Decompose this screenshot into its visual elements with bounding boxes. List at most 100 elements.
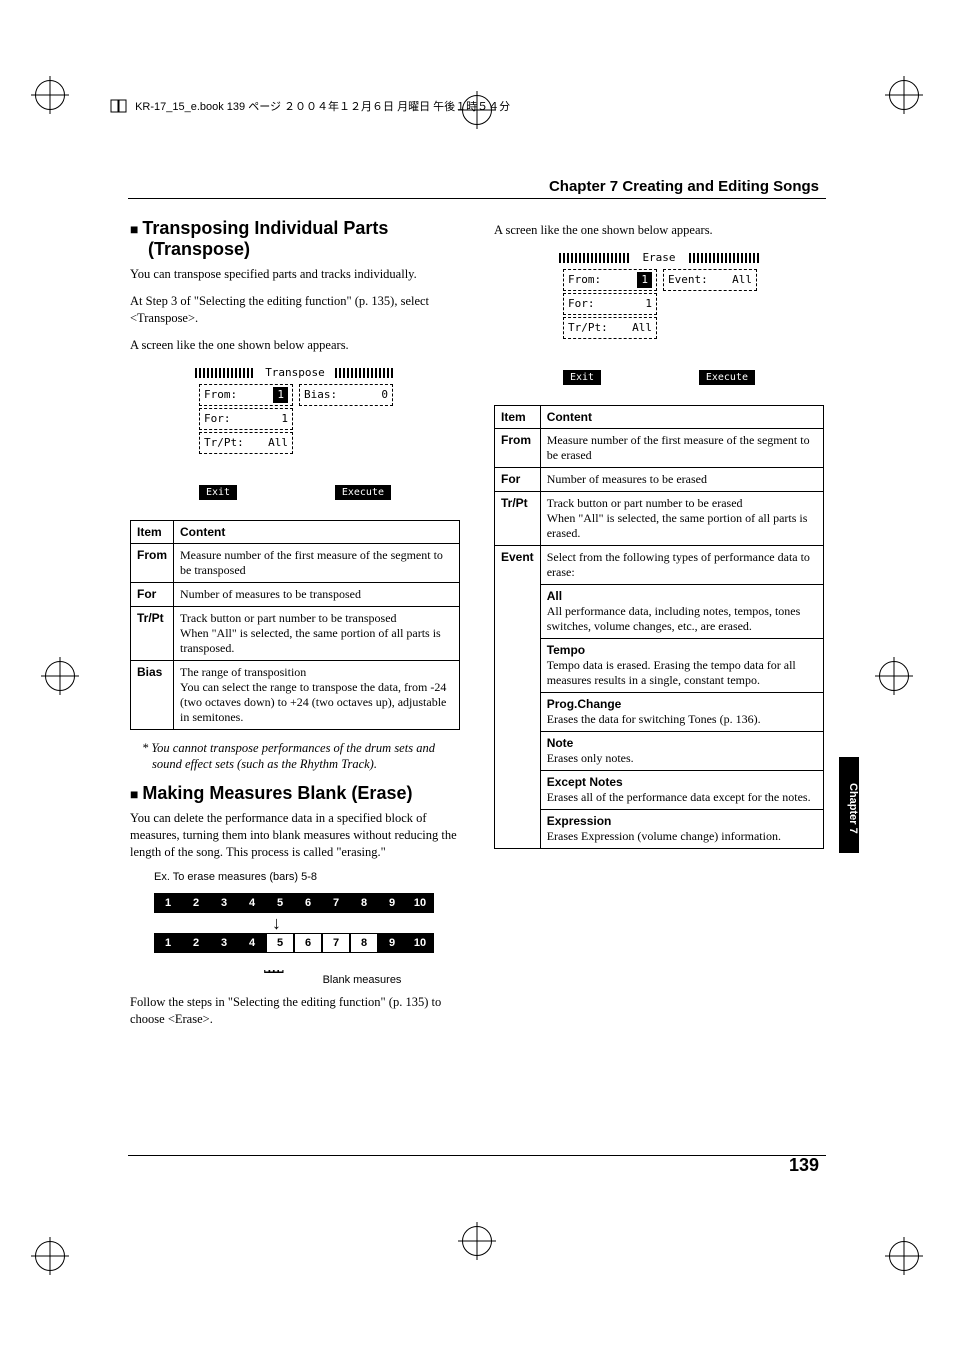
scr-from-val: 1 (273, 387, 288, 403)
td-for-label: For (131, 582, 174, 606)
fig-box-blank: 7 (322, 933, 350, 953)
th-content: Content (540, 405, 823, 428)
table-row: Tr/Pt Track button or part number to be … (131, 606, 460, 660)
th-content: Content (174, 520, 460, 543)
ev-all-head: All (547, 589, 562, 603)
td-event-exnote: Except NotesErases all of the performanc… (540, 770, 823, 809)
td-trpt-text1: Track button or part number to be erased (547, 496, 743, 510)
fig-box: 6 (294, 893, 322, 913)
ev-exn-text: Erases all of the performance data excep… (547, 790, 811, 804)
scr-event-row: Event: All (663, 269, 757, 291)
scr-event-val: All (732, 272, 752, 288)
ev-all-text: All performance data, including notes, t… (547, 604, 801, 633)
scr-for-val: 1 (281, 411, 288, 427)
note-drumset: * You cannot transpose performances of t… (142, 740, 460, 774)
scr-from-val: 1 (637, 272, 652, 288)
td-event-prog: Prog.ChangeErases the data for switching… (540, 692, 823, 731)
scr-from-label: From: (568, 273, 601, 286)
table-row: Event Select from the following types of… (495, 545, 824, 584)
td-trpt-text1: Track button or part number to be transp… (180, 611, 397, 625)
td-trpt-text: Track button or part number to be transp… (174, 606, 460, 660)
td-trpt-text2: When "All" is selected, the same portion… (547, 511, 808, 540)
fig-caption: Ex. To erase measures (bars) 5-8 (154, 871, 460, 883)
fig-box: 9 (378, 893, 406, 913)
page-number: 139 (789, 1155, 819, 1176)
scr-event-label: Event: (668, 273, 708, 286)
heading-erase: Making Measures Blank (Erase) (130, 783, 460, 804)
ev-expr-head: Expression (547, 814, 612, 828)
scr-exit-btn: Exit (199, 485, 237, 500)
side-tab-chapter: Chapter 7 (839, 757, 859, 853)
td-event-expr: ExpressionErases Expression (volume chan… (540, 809, 823, 848)
ev-expr-text: Erases Expression (volume change) inform… (547, 829, 781, 843)
scr-for-row: For:1 (199, 408, 293, 430)
ev-note-text: Erases only notes. (547, 751, 634, 765)
fig-box: 3 (210, 933, 238, 953)
scr-bias-val: 0 (381, 387, 388, 403)
fig-box: 2 (182, 893, 210, 913)
td-bias-text2: You can select the range to transpose th… (180, 680, 446, 724)
scr-exit-btn: Exit (563, 370, 601, 385)
fig-box-blank: 8 (350, 933, 378, 953)
fig-box: 10 (406, 893, 434, 913)
td-event-tempo: TempoTempo data is erased. Erasing the t… (540, 638, 823, 692)
para-screen-appears-2: A screen like the one shown below appear… (494, 222, 824, 239)
table-row: Prog.ChangeErases the data for switching… (495, 692, 824, 731)
td-event-intro: Select from the following types of perfo… (540, 545, 823, 584)
scr-execute-btn: Execute (699, 370, 755, 385)
fig-box: 1 (154, 893, 182, 913)
scr-trpt-row: Tr/Pt:All (563, 317, 657, 339)
fig-box: 10 (406, 933, 434, 953)
crop-mark-bottom-left (35, 1241, 65, 1271)
scr-trpt-label: Tr/Pt: (568, 321, 608, 334)
table-row: NoteErases only notes. (495, 731, 824, 770)
erase-figure: 12345678910 ↓ 12345678910 ⎵⎵⎵⎵ Blank mea… (154, 893, 460, 986)
table-row: Bias The range of transposition You can … (131, 660, 460, 729)
table-erase: Item Content From Measure number of the … (494, 405, 824, 849)
fig-row-before: 12345678910 (154, 893, 460, 913)
fig-box: 8 (350, 893, 378, 913)
fig-box: 7 (322, 893, 350, 913)
fig-box: 4 (238, 893, 266, 913)
fig-row-after: 12345678910 (154, 933, 460, 953)
ev-prog-head: Prog.Change (547, 697, 622, 711)
page: KR-17_15_e.book 139 ページ ２００４年１２月６日 月曜日 午… (0, 0, 954, 1351)
chapter-header: Chapter 7 Creating and Editing Songs (549, 178, 819, 195)
td-from-label: From (131, 543, 174, 582)
td-for-text: Number of measures to be transposed (174, 582, 460, 606)
fig-box: 5 (266, 893, 294, 913)
screenshot-erase: Erase From:1 For:1 Tr/Pt:All Event:All E… (559, 249, 759, 391)
th-item: Item (131, 520, 174, 543)
ev-prog-text: Erases the data for switching Tones (p. … (547, 712, 761, 726)
crop-mark-mid-left (45, 661, 75, 691)
fig-box: 4 (238, 933, 266, 953)
table-row: AllAll performance data, including notes… (495, 584, 824, 638)
para-transpose-intro: You can transpose specified parts and tr… (130, 266, 460, 283)
td-trpt-label: Tr/Pt (131, 606, 174, 660)
footer-rule (128, 1155, 826, 1156)
heading-transpose: Transposing Individual Parts (Transpose) (130, 218, 460, 260)
td-bias-label: Bias (131, 660, 174, 729)
book-header-text: KR-17_15_e.book 139 ページ ２００４年１２月６日 月曜日 午… (135, 101, 510, 113)
th-item: Item (495, 405, 541, 428)
fig-box-blank: 5 (266, 933, 294, 953)
brace-icon: ⎵⎵⎵⎵ (264, 956, 460, 974)
crop-mark-bottom-center (462, 1226, 492, 1256)
scr-from-row: From: 1 (563, 269, 657, 291)
scr-bias-row: Bias: 0 (299, 384, 393, 406)
crop-mark-bottom-right (889, 1241, 919, 1271)
scr-bias-label: Bias: (304, 388, 337, 401)
fig-blank-label: Blank measures (264, 974, 460, 986)
scr-from-label: From: (204, 388, 237, 401)
ev-tempo-head: Tempo (547, 643, 585, 657)
table-row: Item Content (495, 405, 824, 428)
scr-execute-btn: Execute (335, 485, 391, 500)
para-erase-follow: Follow the steps in "Selecting the editi… (130, 994, 460, 1028)
ev-tempo-text: Tempo data is erased. Erasing the tempo … (547, 658, 796, 687)
table-row: Tr/Pt Track button or part number to be … (495, 491, 824, 545)
fig-box: 1 (154, 933, 182, 953)
td-bias-text1: The range of transposition (180, 665, 306, 679)
td-trpt-text: Track button or part number to be erased… (540, 491, 823, 545)
fig-box-blank: 6 (294, 933, 322, 953)
scr-for-label: For: (568, 297, 595, 310)
